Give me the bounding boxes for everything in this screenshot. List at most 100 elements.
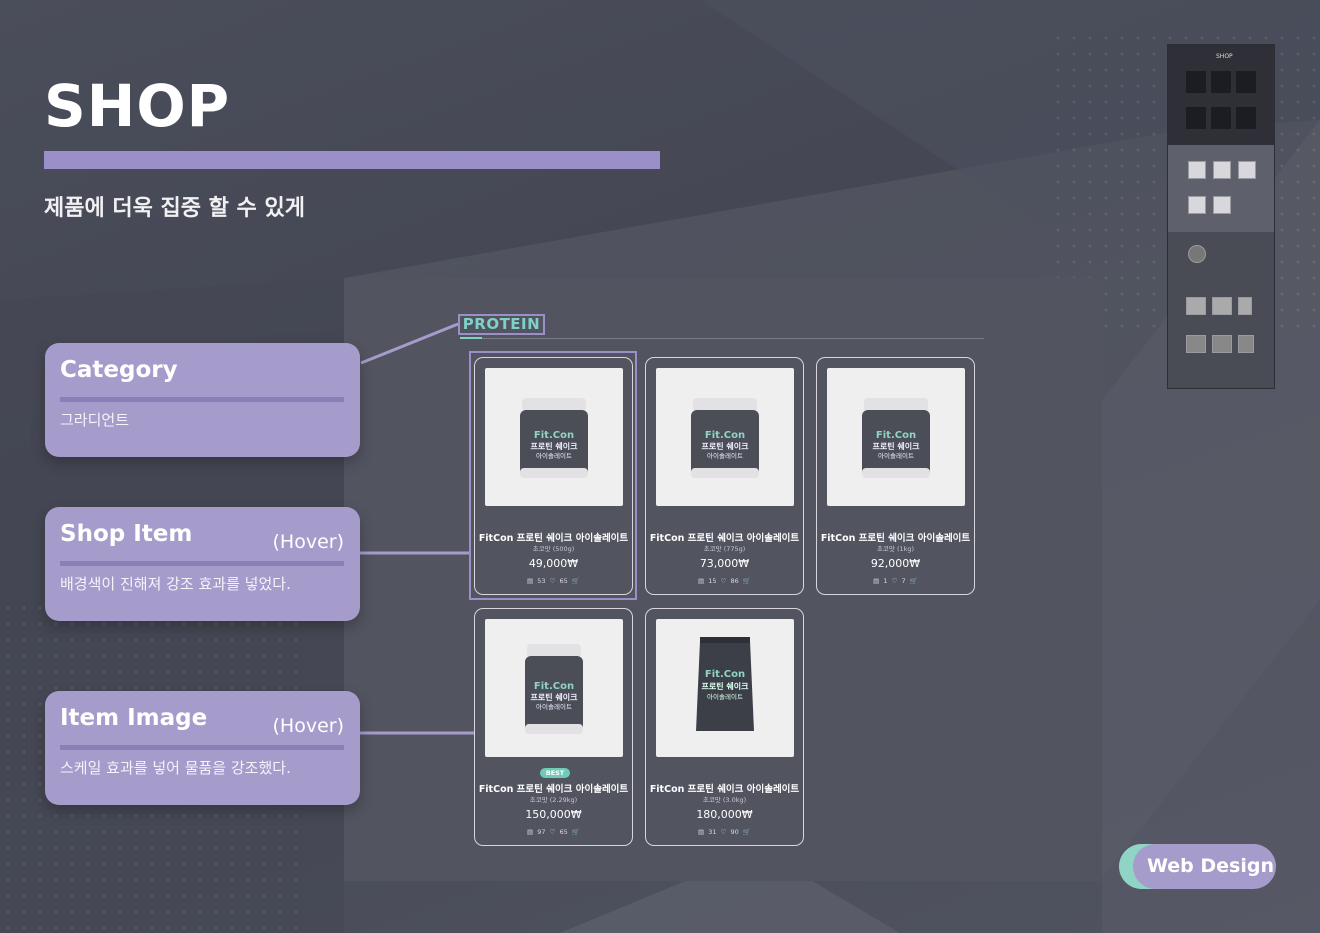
heart-icon[interactable]: ♡ [721, 577, 727, 585]
thumbnail-product [1213, 196, 1231, 214]
cart-icon[interactable]: 🛒 [572, 828, 580, 836]
like-count: 7 [901, 577, 906, 585]
thumbnail-product [1188, 245, 1206, 263]
review-icon: ▤ [873, 577, 880, 585]
category-divider-accent [460, 337, 482, 339]
label-divider [60, 561, 344, 566]
item-name[interactable]: FitCon 프로틴 쉐이크 아이솔레이트 [475, 530, 632, 544]
package-line2: 아이솔레이트 [536, 451, 572, 460]
package-line2: 아이솔레이트 [707, 451, 743, 460]
thumbnail-product [1188, 161, 1206, 179]
item-name[interactable]: FitCon 프로틴 쉐이크 아이솔레이트 [646, 530, 803, 544]
review-icon: ▤ [698, 577, 705, 585]
thumbnail-tile [1186, 71, 1206, 93]
thumbnail-product [1238, 161, 1256, 179]
thumbnail-product [1238, 335, 1254, 353]
package-line1: 프로틴 쉐이크 [531, 692, 579, 702]
cart-icon[interactable]: 🛒 [743, 577, 751, 585]
thumbnail-product [1212, 335, 1232, 353]
thumbnail-tile [1211, 107, 1231, 129]
review-count: 31 [708, 828, 717, 836]
review-count: 97 [537, 828, 546, 836]
item-stats: ▤ 15 ♡ 86 🛒 [646, 577, 803, 585]
package-line1: 프로틴 쉐이크 [702, 681, 750, 691]
item-name[interactable]: FitCon 프로틴 쉐이크 아이솔레이트 [817, 530, 974, 544]
shop-item-card[interactable]: Fit.Con 프로틴 쉐이크 아이솔레이트 FitCon 프로틴 쉐이크 아이… [474, 357, 633, 595]
thumbnail-product [1212, 297, 1232, 315]
item-stats: ▤ 31 ♡ 90 🛒 [646, 828, 803, 836]
label-description: 스케일 효과를 넣어 물품을 강조했다. [60, 759, 291, 777]
like-count: 90 [730, 828, 739, 836]
item-name[interactable]: FitCon 프로틴 쉐이크 아이솔레이트 [475, 781, 632, 795]
thumbnail-product [1186, 297, 1206, 315]
item-image[interactable]: Fit.Con 프로틴 쉐이크 아이솔레이트 [485, 368, 623, 506]
shop-item-card[interactable]: Fit.Con 프로틴 쉐이크 아이솔레이트 FitCon 프로틴 쉐이크 아이… [816, 357, 975, 595]
shop-item-card[interactable]: Fit.Con 프로틴 쉐이크 아이솔레이트 FitCon 프로틴 쉐이크 아이… [645, 357, 804, 595]
item-name[interactable]: FitCon 프로틴 쉐이크 아이솔레이트 [646, 781, 803, 795]
package-brand: Fit.Con [876, 430, 916, 441]
item-price: 180,000₩ [696, 808, 753, 821]
like-count: 65 [559, 828, 568, 836]
category-tag-protein[interactable]: PROTEIN [458, 314, 545, 335]
thumbnail-product [1186, 335, 1206, 353]
item-price: 150,000₩ [525, 808, 582, 821]
label-card-shop-item: Shop Item (Hover) 배경색이 진해져 강조 효과를 넣었다. [45, 507, 360, 621]
thumbnail-tile [1236, 107, 1256, 129]
heart-icon[interactable]: ♡ [721, 828, 727, 836]
package-line1: 프로틴 쉐이크 [873, 441, 921, 451]
badge-label: Web Design [1147, 855, 1274, 877]
package-brand: Fit.Con [534, 681, 574, 692]
page-subtitle: 제품에 더욱 집중 할 수 있게 [44, 196, 305, 221]
item-image[interactable]: Fit.Con 프로틴 쉐이크 아이솔레이트 [656, 619, 794, 757]
heart-icon[interactable]: ♡ [892, 577, 898, 585]
item-price: 73,000₩ [699, 557, 750, 570]
thumbnail-section-products [1168, 145, 1274, 232]
thumbnail-product [1238, 297, 1252, 315]
item-stats: ▤ 53 ♡ 65 🛒 [475, 577, 632, 585]
review-icon: ▤ [527, 828, 534, 836]
item-option: 초코맛 (500g) [532, 545, 575, 553]
item-image[interactable]: Fit.Con 프로틴 쉐이크 아이솔레이트 [656, 368, 794, 506]
review-count: 1 [883, 577, 888, 585]
heart-icon[interactable]: ♡ [550, 828, 556, 836]
package-line1: 프로틴 쉐이크 [702, 441, 750, 451]
label-divider [60, 745, 344, 750]
best-badge: BEST [540, 768, 570, 778]
package-brand: Fit.Con [534, 430, 574, 441]
shop-item-card[interactable]: Fit.Con 프로틴 쉐이크 아이솔레이트 BEST FitCon 프로틴 쉐… [474, 608, 633, 846]
like-count: 86 [730, 577, 739, 585]
label-description: 배경색이 진해져 강조 효과를 넣었다. [60, 575, 291, 593]
package-brand: Fit.Con [705, 430, 745, 441]
item-image[interactable]: Fit.Con 프로틴 쉐이크 아이솔레이트 [485, 619, 623, 757]
package-brand: Fit.Con [705, 669, 745, 680]
cart-icon[interactable]: 🛒 [743, 828, 751, 836]
review-icon: ▤ [698, 828, 705, 836]
cart-icon[interactable]: 🛒 [910, 577, 918, 585]
thumbnail-tile [1236, 71, 1256, 93]
review-icon: ▤ [527, 577, 534, 585]
label-title: Shop Item [60, 521, 193, 547]
label-description: 그라디언트 [60, 411, 130, 429]
category-divider [460, 338, 984, 339]
cart-icon[interactable]: 🛒 [572, 577, 580, 585]
item-price: 49,000₩ [528, 557, 579, 570]
title-underline [44, 151, 660, 169]
label-title: Item Image [60, 705, 208, 731]
review-count: 53 [537, 577, 546, 585]
web-design-badge: Web Design [1119, 844, 1276, 889]
item-image[interactable]: Fit.Con 프로틴 쉐이크 아이솔레이트 [827, 368, 965, 506]
shop-item-card[interactable]: Fit.Con 프로틴 쉐이크 아이솔레이트 FitCon 프로틴 쉐이크 아이… [645, 608, 804, 846]
package-line1: 프로틴 쉐이크 [531, 441, 579, 451]
heart-icon[interactable]: ♡ [550, 577, 556, 585]
label-state: (Hover) [272, 715, 344, 737]
package-line2: 아이솔레이트 [878, 451, 914, 460]
page-title: SHOP [44, 72, 231, 140]
label-title: Category [60, 357, 178, 383]
thumbnail-tile [1186, 107, 1206, 129]
thumbnail-section-hero [1168, 45, 1274, 145]
label-card-item-image: Item Image (Hover) 스케일 효과를 넣어 물품을 강조했다. [45, 691, 360, 805]
item-option: 초코맛 (3.0kg) [702, 796, 747, 804]
item-option: 초코맛 (775g) [703, 545, 746, 553]
label-state: (Hover) [272, 531, 344, 553]
item-option: 초코맛 (1kg) [876, 545, 915, 553]
